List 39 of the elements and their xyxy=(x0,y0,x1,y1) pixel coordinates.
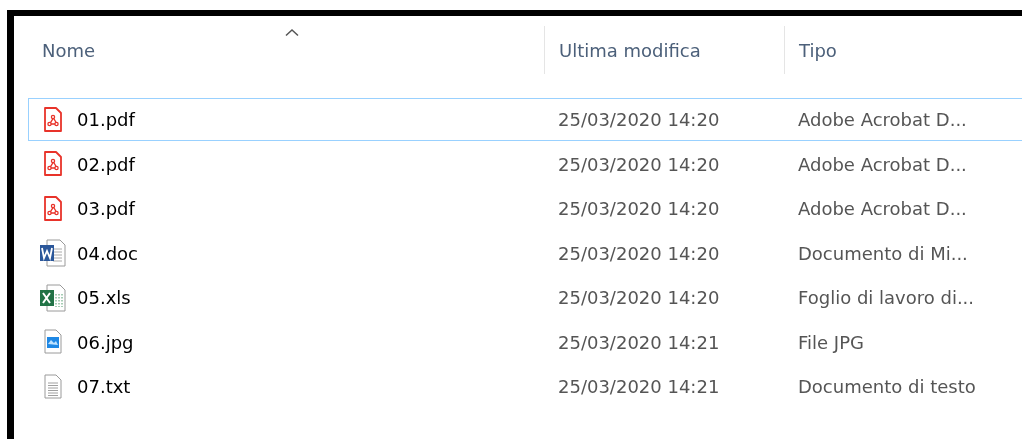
file-name: 06.jpg xyxy=(77,331,134,353)
column-header[interactable]: Ultima modifica xyxy=(544,26,784,74)
file-type: Documento di Mi... xyxy=(798,242,968,264)
pdf-file-icon xyxy=(43,106,63,133)
modified-date: 25/03/2020 14:20 xyxy=(558,242,720,264)
file-row[interactable]: 07.txt 25/03/2020 14:21 Documento di testo xyxy=(28,365,1022,408)
modified-date: 25/03/2020 14:20 xyxy=(558,287,720,308)
modified-date: 25/03/2020 14:21 xyxy=(558,331,720,353)
file-type: Documento di testo xyxy=(798,376,976,397)
spreadsheet-file-icon xyxy=(39,283,67,312)
modified-date: 25/03/2020 14:21 xyxy=(558,376,720,397)
file-row[interactable]: 04.doc 25/03/2020 14:20 Documento di Mi... xyxy=(28,231,1022,275)
file-type: Adobe Acrobat D... xyxy=(798,198,967,219)
sort-ascending-icon xyxy=(284,28,300,37)
file-type: Foglio di lavoro di... xyxy=(798,287,975,308)
column-header[interactable]: Nome xyxy=(28,26,544,74)
text-file-icon xyxy=(43,373,63,400)
word-file-icon xyxy=(39,239,67,267)
file-type: Adobe Acrobat D... xyxy=(798,109,967,130)
file-name: 04.doc xyxy=(77,242,138,264)
modified-date: 25/03/2020 14:20 xyxy=(558,109,720,130)
column-header[interactable]: Tipo xyxy=(784,26,1022,74)
file-row[interactable]: 02.pdf 25/03/2020 14:20 Adobe Acrobat D... xyxy=(28,142,1022,186)
file-name: 02.pdf xyxy=(77,153,135,175)
file-name: 03.pdf xyxy=(77,198,135,219)
pdf-file-icon xyxy=(43,151,63,177)
file-name: 01.pdf xyxy=(77,109,135,130)
file-row[interactable]: 03.pdf 25/03/2020 14:20 Adobe Acrobat D... xyxy=(28,187,1022,230)
file-type: File JPG xyxy=(798,331,864,353)
modified-date: 25/03/2020 14:20 xyxy=(558,153,720,175)
file-type: Adobe Acrobat D... xyxy=(798,153,967,175)
modified-date: 25/03/2020 14:20 xyxy=(558,198,720,219)
pdf-file-icon xyxy=(43,195,63,222)
file-row[interactable]: 05.xls 25/03/2020 14:20 Foglio di lavoro di... xyxy=(28,276,1022,319)
image-file-icon xyxy=(43,329,63,355)
file-name: 05.xls xyxy=(77,287,131,308)
file-name: 07.txt xyxy=(77,376,131,397)
file-row[interactable]: 01.pdf 25/03/2020 14:20 Adobe Acrobat D... xyxy=(28,98,1022,141)
file-row[interactable]: 06.jpg 25/03/2020 14:21 File JPG xyxy=(28,320,1022,364)
